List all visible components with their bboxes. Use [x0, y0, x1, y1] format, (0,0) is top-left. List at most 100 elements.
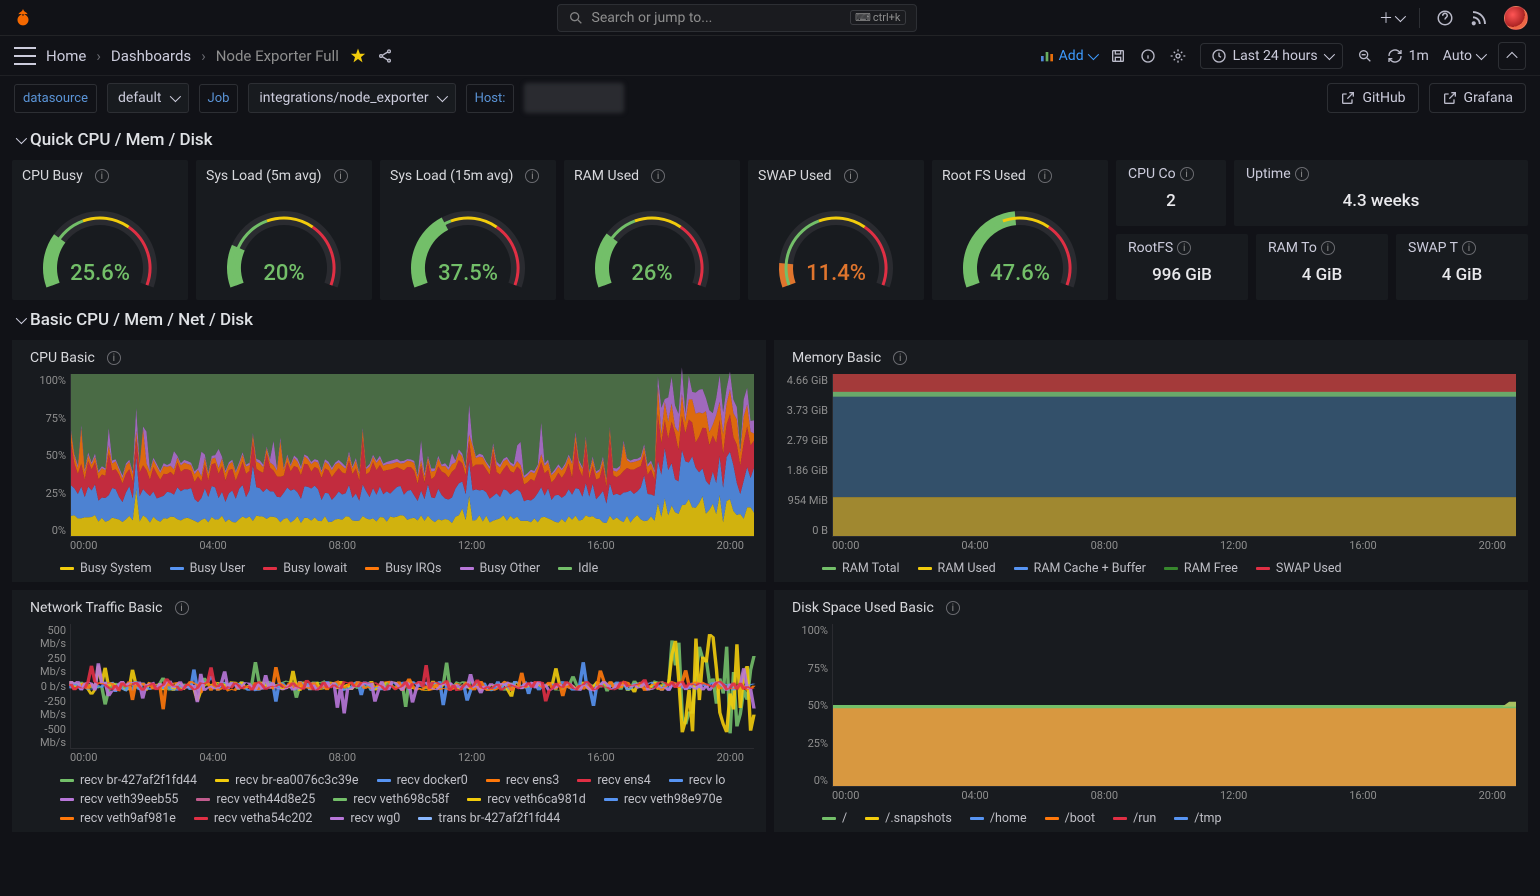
legend-item[interactable]: recv veth39eeb55 [60, 792, 178, 807]
legend-item[interactable]: recv vetha54c202 [194, 811, 313, 826]
star-icon[interactable] [349, 47, 367, 65]
stat-rootfs[interactable]: RootFSi996 GiB [1116, 234, 1248, 300]
info-icon[interactable]: i [95, 169, 109, 183]
gauge-panel[interactable]: Sys Load (15m avg)i 37.5% [380, 160, 556, 300]
breadcrumb-dashboards[interactable]: Dashboards [111, 47, 191, 65]
legend-item[interactable]: recv veth6ca981d [467, 792, 586, 807]
var-datasource-select[interactable]: default [107, 83, 189, 113]
panel-title: Memory Basic [792, 350, 881, 366]
gauge-value: 11.4% [806, 261, 866, 286]
search-shortcut: ⌨ ctrl+k [850, 10, 905, 25]
legend-item[interactable]: Idle [558, 561, 598, 576]
stat-ram-total[interactable]: RAM Toi4 GiB [1256, 234, 1388, 300]
gauge-value: 37.5% [438, 261, 498, 286]
legend-item[interactable]: /.snapshots [865, 811, 952, 826]
legend-item[interactable]: Busy IRQs [365, 561, 441, 576]
legend-item[interactable]: recv veth98e970e [604, 792, 722, 807]
info-icon[interactable]: i [1295, 167, 1309, 181]
legend-item[interactable]: RAM Used [918, 561, 996, 576]
info-icon[interactable]: i [946, 601, 960, 615]
gauge-panel[interactable]: CPU Busyi 25.6% [12, 160, 188, 300]
legend-item[interactable]: recv veth698c58f [333, 792, 449, 807]
info-icon[interactable]: i [651, 169, 665, 183]
legend-item[interactable]: recv br-ea0076c3c39e [215, 773, 358, 788]
info-icon[interactable]: i [334, 169, 348, 183]
add-menu-button[interactable]: ＋ [1379, 8, 1403, 28]
legend-item[interactable]: /home [970, 811, 1027, 826]
refresh-mode-picker[interactable]: Auto [1443, 48, 1484, 64]
breadcrumb-home[interactable]: Home [46, 47, 86, 65]
stat-swap-total[interactable]: SWAP Ti4 GiB [1396, 234, 1528, 300]
legend-item[interactable]: trans br-427af2f1fd44 [418, 811, 560, 826]
legend-item[interactable]: /tmp [1174, 811, 1221, 826]
legend-item[interactable]: SWAP Used [1256, 561, 1342, 576]
info-icon[interactable]: i [1462, 241, 1476, 255]
add-panel-button[interactable]: Add [1039, 48, 1096, 64]
legend-item[interactable]: recv veth9af981e [60, 811, 176, 826]
legend-item[interactable]: RAM Total [822, 561, 900, 576]
user-avatar[interactable] [1504, 6, 1528, 30]
legend-item[interactable]: RAM Free [1164, 561, 1238, 576]
gauge-panel[interactable]: SWAP Used i 11.4% [748, 160, 924, 300]
menu-toggle[interactable] [14, 47, 36, 65]
grafana-logo [12, 7, 34, 29]
info-icon[interactable]: i [844, 169, 858, 183]
legend-item[interactable]: Busy System [60, 561, 152, 576]
section-quick-title[interactable]: Quick CPU / Mem / Disk [0, 120, 1540, 160]
chart-panel-disk_basic[interactable]: Disk Space Used Basici 100%75%50%25%0% 0… [774, 590, 1528, 832]
legend-item[interactable]: /boot [1045, 811, 1096, 826]
legend-item[interactable]: Busy Iowait [263, 561, 347, 576]
info-icon[interactable]: i [175, 601, 189, 615]
search-input[interactable]: Search or jump to... ⌨ ctrl+k [557, 4, 917, 32]
legend-item[interactable]: / [822, 811, 847, 826]
legend-item[interactable]: recv wg0 [330, 811, 400, 826]
legend-item[interactable]: recv br-427af2f1fd44 [60, 773, 197, 788]
chart-panel-cpu_basic[interactable]: CPU Basici 100%75%50%25%0% 00:0004:0008:… [12, 340, 766, 582]
share-icon[interactable] [377, 48, 393, 64]
legend-item[interactable]: /run [1113, 811, 1156, 826]
info-icon[interactable]: i [893, 351, 907, 365]
refresh-button[interactable]: 1m [1387, 48, 1429, 64]
info-icon[interactable] [1140, 48, 1156, 64]
external-link-icon [1442, 90, 1458, 106]
legend-item[interactable]: recv ens3 [486, 773, 559, 788]
time-range-picker[interactable]: Last 24 hours [1200, 43, 1343, 69]
legend-item[interactable]: RAM Cache + Buffer [1014, 561, 1146, 576]
panel-title: SWAP Used [758, 168, 832, 184]
info-icon[interactable]: i [107, 351, 121, 365]
github-link[interactable]: GitHub [1327, 83, 1418, 113]
info-icon[interactable]: i [1038, 169, 1052, 183]
legend-item[interactable]: Busy Other [460, 561, 541, 576]
chart-panel-memory_basic[interactable]: Memory Basici 4.66 GiB3.73 GiB2.79 GiB1.… [774, 340, 1528, 582]
info-icon[interactable]: i [1180, 167, 1194, 181]
var-host-label: Host: [466, 84, 515, 113]
help-icon[interactable] [1436, 9, 1454, 27]
gauge-row: CPU Busyi 25.6%Sys Load (5m avg)i 20%Sys… [0, 160, 1540, 300]
chart-panel-network_basic[interactable]: Network Traffic Basici 500 Mb/s250 Mb/s0… [12, 590, 766, 832]
var-host-select[interactable] [524, 83, 624, 113]
stat-uptime[interactable]: Uptimei4.3 weeks [1234, 160, 1528, 226]
chart-legend: RAM Total RAM Used RAM Cache + Buffer RAM F… [782, 555, 1520, 578]
gauge-panel[interactable]: Root FS Usedi 47.6% [932, 160, 1108, 300]
stat-cpu-cores[interactable]: CPU Coi2 [1116, 160, 1226, 226]
legend-item[interactable]: recv veth44d8e25 [196, 792, 315, 807]
save-icon[interactable] [1110, 48, 1126, 64]
var-job-select[interactable]: integrations/node_exporter [248, 83, 455, 113]
gauge-panel[interactable]: RAM Usedi 26% [564, 160, 740, 300]
info-icon[interactable]: i [1177, 241, 1191, 255]
legend-item[interactable]: recv ens4 [577, 773, 650, 788]
panel-title: Root FS Used [942, 168, 1026, 184]
zoom-out-icon[interactable] [1357, 48, 1373, 64]
legend-item[interactable]: Busy User [170, 561, 246, 576]
info-icon[interactable]: i [1321, 241, 1335, 255]
collapse-button[interactable] [1498, 42, 1526, 70]
info-icon[interactable]: i [525, 169, 539, 183]
rss-icon[interactable] [1470, 9, 1488, 27]
grafana-link[interactable]: Grafana [1429, 83, 1526, 113]
gear-icon[interactable] [1170, 48, 1186, 64]
var-job-label: Job [199, 84, 239, 113]
gauge-panel[interactable]: Sys Load (5m avg)i 20% [196, 160, 372, 300]
section-basic-title[interactable]: Basic CPU / Mem / Net / Disk [0, 300, 1540, 340]
legend-item[interactable]: recv docker0 [377, 773, 468, 788]
legend-item[interactable]: recv lo [669, 773, 726, 788]
